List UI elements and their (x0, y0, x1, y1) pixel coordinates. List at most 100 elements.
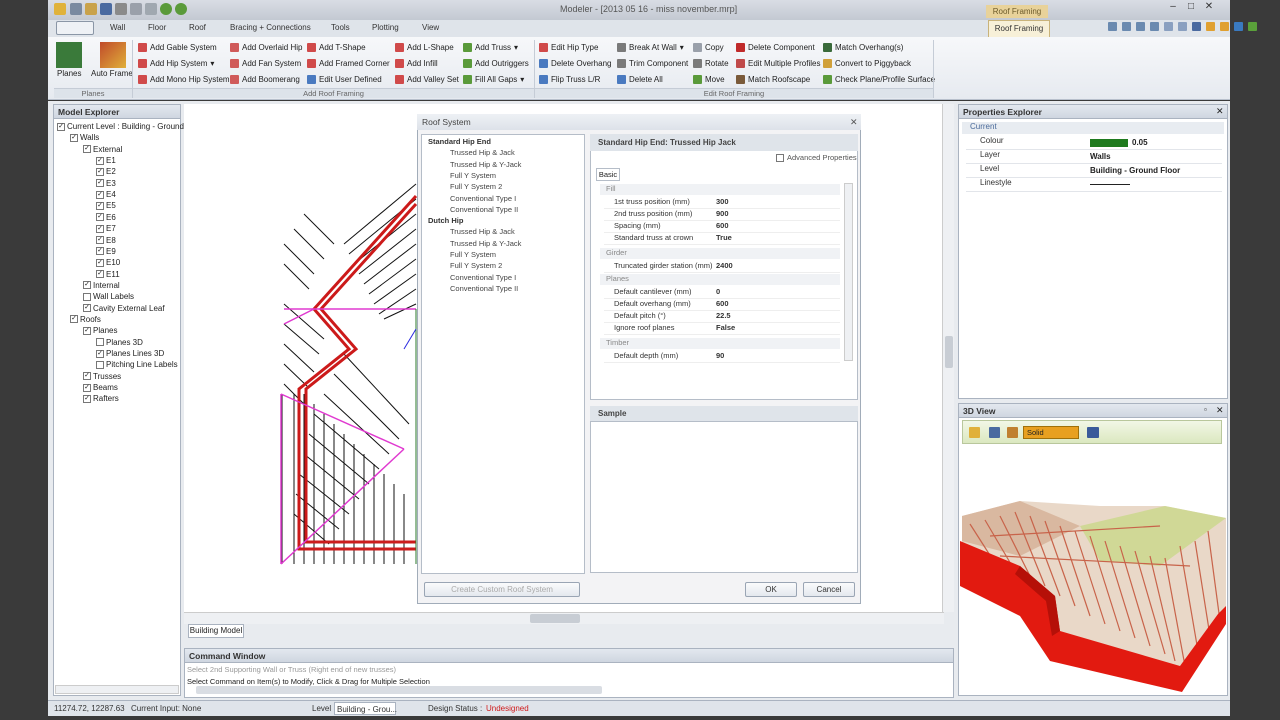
checkbox[interactable]: ✓ (96, 224, 104, 233)
tree-item[interactable]: ✓ E4 (96, 190, 116, 199)
command-prompt-line[interactable]: Select Command on Item(s) to Modify, Cli… (187, 677, 430, 686)
file-menu-button[interactable] (56, 21, 94, 35)
checkbox[interactable] (83, 292, 91, 301)
help-icon[interactable] (1234, 22, 1243, 31)
planes-button-label[interactable]: Planes (57, 69, 81, 78)
auto-frame-button-label[interactable]: Auto Frame (91, 69, 133, 78)
close-icon[interactable]: ✕ (1216, 106, 1224, 117)
checkbox[interactable]: ✓ (83, 304, 91, 313)
prop-linestyle-row[interactable]: Linestyle (966, 178, 1222, 192)
tab-plotting[interactable]: Plotting (372, 23, 399, 32)
prop-value[interactable]: 600 (716, 299, 729, 310)
tree-item[interactable]: ✓ E3 (96, 179, 116, 188)
category-girder[interactable]: Girder (600, 248, 840, 259)
copy-button[interactable]: Copy (693, 43, 724, 52)
document-tab-building-model[interactable]: Building Model (188, 624, 244, 638)
checkbox[interactable]: ✓ (83, 394, 91, 403)
open-icon[interactable] (85, 3, 97, 15)
edit-hip-type-button[interactable]: Edit Hip Type (539, 43, 598, 52)
checkbox[interactable] (96, 360, 104, 369)
convert-piggyback-button[interactable]: Convert to Piggyback (823, 59, 911, 68)
roof-system-item[interactable]: Trussed Hip & Jack (450, 227, 515, 236)
add-mono-hip-system-button[interactable]: Add Mono Hip System (138, 75, 230, 84)
category-planes[interactable]: Planes (600, 274, 840, 285)
minimize-icon[interactable]: – (1164, 1, 1182, 15)
checkbox[interactable]: ✓ (57, 122, 65, 131)
roof-system-item[interactable]: Trussed Hip & Y-Jack (450, 160, 521, 169)
properties-scrollbar[interactable] (844, 183, 853, 361)
create-custom-roof-system-button[interactable]: Create Custom Roof System (424, 582, 580, 597)
add-hip-system-button[interactable]: Add Hip System ▾ (138, 59, 214, 68)
match-roofscape-button[interactable]: Match Roofscape (736, 75, 810, 84)
tree-item[interactable]: ✓ E5 (96, 201, 116, 210)
add-boomerang-button[interactable]: Add Boomerang (230, 75, 300, 84)
tree-item[interactable]: ✓ Cavity External Leaf (83, 304, 165, 313)
redo-icon[interactable] (175, 3, 187, 15)
checkbox[interactable]: ✓ (96, 179, 104, 188)
break-at-wall-button[interactable]: Break At Wall ▾ (617, 43, 684, 52)
grid-icon[interactable] (1164, 22, 1173, 31)
auto-frame-icon[interactable] (100, 42, 126, 68)
checkbox[interactable]: ✓ (83, 383, 91, 392)
add-l-shape-button[interactable]: Add L-Shape (395, 43, 454, 52)
tab-bracing[interactable]: Bracing + Connections (230, 23, 311, 32)
check-plane-button[interactable]: Check Plane/Profile Surface (823, 75, 935, 84)
prop-row[interactable]: Default overhang (mm) 600 (604, 299, 840, 311)
prop-value[interactable]: True (716, 233, 732, 244)
cancel-button[interactable]: Cancel (803, 582, 855, 597)
prop-row[interactable]: Standard truss at crown True (604, 233, 840, 245)
ok-button[interactable]: OK (745, 582, 797, 597)
roof-system-item[interactable]: Conventional Type II (450, 284, 518, 293)
tree-item[interactable]: Pitching Line Labels (96, 360, 178, 369)
tab-roof[interactable]: Roof (189, 23, 206, 32)
tree-item[interactable]: ✓ Planes Lines 3D (96, 349, 164, 358)
add-fan-system-button[interactable]: Add Fan System (230, 59, 301, 68)
trim-component-button[interactable]: Trim Component (617, 59, 688, 68)
tree-item[interactable]: ✓ Current Level : Building - Ground (57, 122, 184, 131)
print-icon[interactable] (1220, 22, 1229, 31)
tree-item[interactable]: ✓ Walls (70, 133, 99, 142)
checkbox[interactable]: ✓ (96, 213, 104, 222)
prop-value[interactable]: 300 (716, 197, 729, 208)
checkbox[interactable]: ✓ (96, 190, 104, 199)
cut-icon[interactable] (115, 3, 127, 15)
category-fill[interactable]: Fill (600, 184, 840, 195)
checkbox[interactable]: ✓ (83, 281, 91, 290)
level-select[interactable]: Building - Grou... (334, 702, 397, 715)
checkbox[interactable]: ✓ (96, 349, 104, 358)
canvas-vertical-scrollbar[interactable] (942, 104, 954, 612)
add-infill-button[interactable]: Add Infill (395, 59, 438, 68)
prop-value[interactable]: False (716, 323, 735, 334)
add-t-shape-button[interactable]: Add T-Shape (307, 43, 366, 52)
tree-item[interactable]: ✓ Trusses (83, 372, 121, 381)
add-framed-corner-button[interactable]: Add Framed Corner (307, 59, 390, 68)
delete-component-button[interactable]: Delete Component (736, 43, 815, 52)
home-view-icon[interactable] (969, 427, 980, 438)
add-truss-button[interactable]: Add Truss ▾ (463, 43, 518, 52)
tree-item[interactable]: ✓ E9 (96, 247, 116, 256)
prop-row[interactable]: Default cantilever (mm) 0 (604, 287, 840, 299)
new-icon[interactable] (70, 3, 82, 15)
save-icon[interactable] (100, 3, 112, 15)
screen-icon[interactable] (1087, 427, 1099, 438)
planes-icon[interactable] (56, 42, 82, 68)
tree-item[interactable]: ✓ E8 (96, 236, 116, 245)
tree-item[interactable]: ✓ E6 (96, 213, 116, 222)
tree-item[interactable]: ✓ Internal (83, 281, 120, 290)
pin-icon[interactable]: ▫ (1204, 405, 1207, 414)
render-mode-select[interactable]: Solid (1023, 426, 1079, 439)
add-valley-set-button[interactable]: Add Valley Set (395, 75, 459, 84)
match-overhangs-button[interactable]: Match Overhang(s) (823, 43, 903, 52)
3d-render[interactable] (960, 446, 1226, 694)
delete-overhang-button[interactable]: Delete Overhang (539, 59, 611, 68)
canvas-horizontal-scrollbar[interactable] (184, 612, 944, 624)
checkbox[interactable]: ✓ (96, 236, 104, 244)
tree-item[interactable]: Planes 3D (96, 338, 143, 347)
tab-view[interactable]: View (422, 23, 439, 32)
prop-row[interactable]: 1st truss position (mm) 300 (604, 197, 840, 209)
undo-icon[interactable] (160, 3, 172, 15)
rotate-button[interactable]: Rotate (693, 59, 729, 68)
tab-tools[interactable]: Tools (331, 23, 350, 32)
add-gable-system-button[interactable]: Add Gable System (138, 43, 217, 52)
add-outriggers-button[interactable]: Add Outriggers (463, 59, 529, 68)
